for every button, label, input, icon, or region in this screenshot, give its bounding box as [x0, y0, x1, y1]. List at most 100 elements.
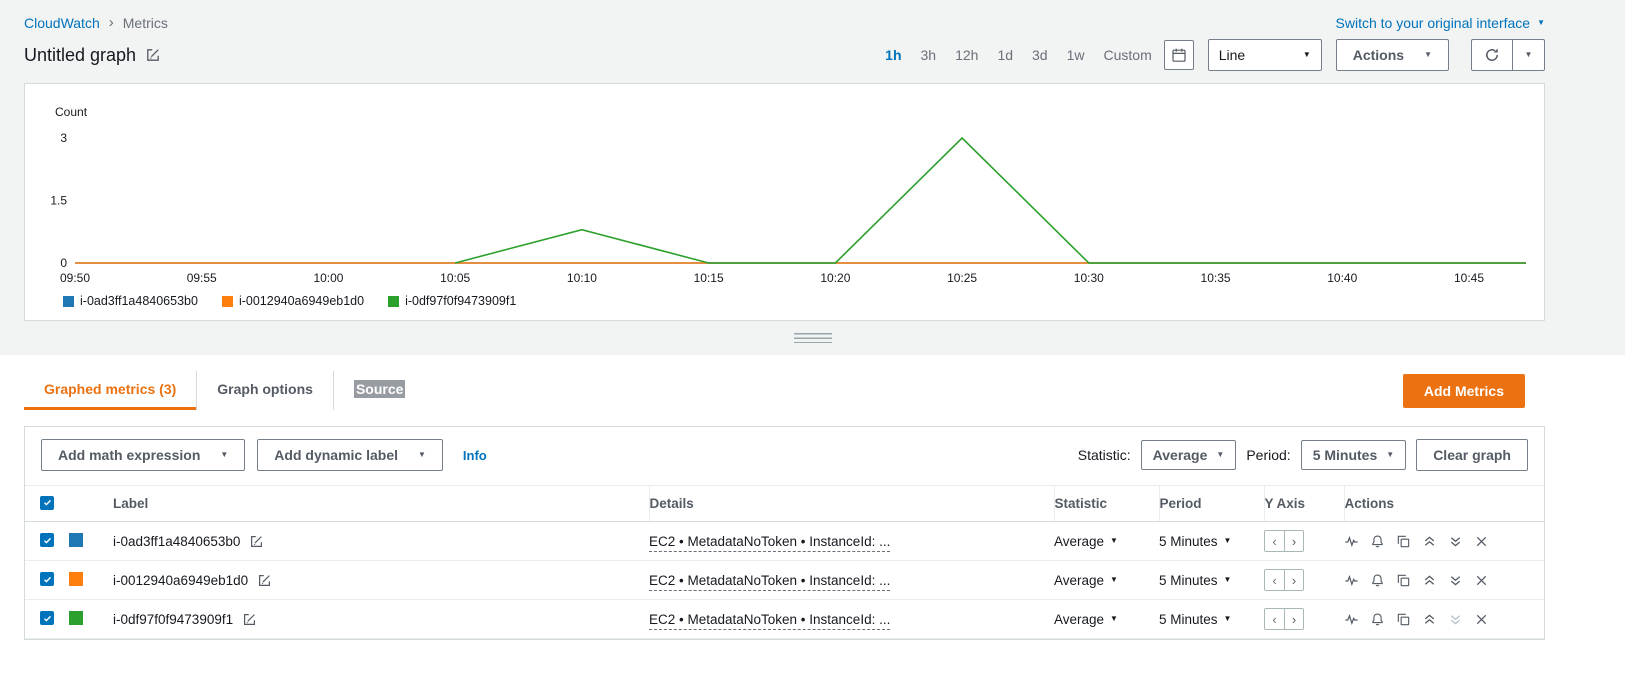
move-up-button[interactable] [1422, 534, 1437, 549]
row-period-select[interactable]: 5 Minutes ▼ [1159, 534, 1231, 549]
edit-label-icon[interactable] [242, 612, 257, 627]
move-down-button[interactable] [1448, 573, 1463, 588]
add-math-expression-button[interactable]: Add math expression ▼ [41, 439, 246, 471]
breadcrumb-link-cloudwatch[interactable]: CloudWatch [24, 15, 100, 31]
graph-metric-button[interactable] [1344, 534, 1359, 549]
yaxis-left-button[interactable]: ‹ [1265, 609, 1284, 629]
graph-controls: 1h 3h 12h 1d 3d 1w Custom Line ▼ Actions ▼ ▼ [885, 39, 1545, 71]
tab-graphed-metrics-3[interactable]: Graphed metrics (3) [24, 371, 197, 410]
legend-item[interactable]: i-0df97f0f9473909f1 [388, 294, 516, 308]
time-range-button-3h[interactable]: 3h [921, 47, 937, 63]
remove-button[interactable] [1474, 573, 1489, 588]
move-up-button[interactable] [1422, 612, 1437, 627]
series-color-swatch[interactable] [69, 532, 83, 547]
row-statistic-select[interactable]: Average ▼ [1054, 573, 1118, 588]
copy-icon [1397, 535, 1410, 547]
move-down-button[interactable] [1448, 534, 1463, 549]
row-period-select[interactable]: 5 Minutes ▼ [1159, 612, 1231, 627]
row-period-select[interactable]: 5 Minutes ▼ [1159, 573, 1231, 588]
clear-graph-button[interactable]: Clear graph [1416, 439, 1528, 471]
row-checkbox[interactable] [40, 533, 54, 548]
duplicate-button[interactable] [1396, 534, 1411, 549]
time-range-button-custom[interactable]: Custom [1104, 47, 1152, 63]
table-row: i-0012940a6949eb1d0 EC2 • MetadataNoToke… [25, 560, 1544, 600]
remove-button[interactable] [1474, 534, 1489, 549]
chart-legend: i-0ad3ff1a4840653b0 i-0012940a6949eb1d0 … [39, 294, 1530, 314]
metric-details[interactable]: EC2 • MetadataNoToken • InstanceId: ... [649, 572, 891, 591]
series-color-swatch[interactable] [69, 571, 83, 586]
chart-type-select[interactable]: Line ▼ [1207, 39, 1322, 71]
svg-text:10:00: 10:00 [313, 271, 343, 285]
row-statistic-select[interactable]: Average ▼ [1054, 612, 1118, 627]
chevron-down-icon: ▼ [1110, 575, 1118, 584]
edit-label-icon[interactable] [249, 534, 264, 549]
select-all-checkbox[interactable] [40, 495, 54, 510]
time-range-button-3d[interactable]: 3d [1032, 47, 1048, 63]
metric-details[interactable]: EC2 • MetadataNoToken • InstanceId: ... [649, 533, 891, 552]
table-row: i-0df97f0f9473909f1 EC2 • MetadataNoToke… [25, 599, 1544, 639]
yaxis-right-button[interactable]: › [1284, 531, 1303, 551]
series-color-swatch[interactable] [69, 610, 83, 625]
time-range-button-1h[interactable]: 1h [885, 47, 901, 63]
refresh-options-button[interactable]: ▼ [1513, 39, 1545, 71]
custom-date-calendar-button[interactable] [1163, 40, 1194, 70]
chevron-right-icon: › [1291, 572, 1297, 588]
yaxis-left-button[interactable]: ‹ [1265, 570, 1284, 590]
chevron-down-icon: ▼ [1110, 536, 1118, 545]
row-statistic-select[interactable]: Average ▼ [1054, 534, 1118, 549]
edit-title-icon[interactable] [145, 47, 161, 63]
statistic-select[interactable]: Average ▼ [1140, 440, 1237, 470]
yaxis-left-button[interactable]: ‹ [1265, 531, 1284, 551]
move-down-button[interactable] [1448, 612, 1463, 627]
move-up-button[interactable] [1422, 573, 1437, 588]
breadcrumb-current-page: Metrics [122, 14, 168, 31]
check-icon [43, 500, 51, 506]
remove-button[interactable] [1474, 612, 1489, 627]
legend-label: i-0df97f0f9473909f1 [405, 294, 517, 308]
yaxis-toggle: ‹ › [1264, 608, 1304, 630]
tab-source[interactable]: Source [332, 371, 425, 410]
chevron-down-icon: ▼ [1424, 50, 1432, 59]
graph-metric-button[interactable] [1344, 573, 1359, 588]
info-link[interactable]: Info [463, 448, 487, 463]
legend-item[interactable]: i-0012940a6949eb1d0 [221, 294, 364, 308]
tab-label: Source [353, 380, 406, 398]
add-metrics-button[interactable]: Add Metrics [1402, 373, 1525, 408]
details-column-header: Details [648, 485, 1054, 522]
create-alarm-button[interactable] [1370, 534, 1385, 549]
yaxis-right-button[interactable]: › [1284, 609, 1303, 629]
tab-graph-options[interactable]: Graph options [196, 371, 333, 410]
yaxis-right-button[interactable]: › [1284, 570, 1303, 590]
row-statistic-value: Average [1054, 533, 1105, 549]
time-range-button-12h[interactable]: 12h [955, 47, 978, 63]
duplicate-button[interactable] [1396, 573, 1411, 588]
chevron-down-icon: ▼ [418, 450, 426, 459]
switch-interface-link[interactable]: Switch to your original interface ▼ [1336, 15, 1545, 31]
svg-text:10:25: 10:25 [947, 271, 977, 285]
metrics-line-chart[interactable]: Count 0 1.5 3 09:50 09:55 10:00 10:05 10:10 10:15… [39, 98, 1530, 294]
metric-details[interactable]: EC2 • MetadataNoToken • InstanceId: ... [649, 611, 891, 630]
copy-icon [1397, 613, 1410, 625]
actions-button[interactable]: Actions ▼ [1335, 39, 1449, 71]
duplicate-button[interactable] [1396, 612, 1411, 627]
create-alarm-button[interactable] [1370, 573, 1385, 588]
time-range-button-1w[interactable]: 1w [1067, 47, 1085, 63]
refresh-button[interactable] [1471, 39, 1513, 71]
add-dynamic-label-button[interactable]: Add dynamic label ▼ [257, 439, 443, 471]
period-select[interactable]: 5 Minutes ▼ [1300, 440, 1407, 470]
graph-metric-button[interactable] [1344, 612, 1359, 627]
panel-resize-handle[interactable] [0, 321, 1625, 355]
time-range-button-1d[interactable]: 1d [997, 47, 1013, 63]
svg-text:10:35: 10:35 [1201, 271, 1231, 285]
close-icon [1476, 575, 1487, 585]
create-alarm-button[interactable] [1370, 612, 1385, 627]
legend-item[interactable]: i-0ad3ff1a4840653b0 [63, 294, 198, 308]
edit-label-icon[interactable] [257, 573, 272, 588]
yaxis-toggle: ‹ › [1264, 569, 1304, 591]
svg-text:Count: Count [55, 105, 88, 119]
row-checkbox[interactable] [40, 611, 54, 626]
metrics-section: Graphed metrics (3) Graph options Source A… [0, 355, 1625, 695]
chevron-double-up-icon [1424, 614, 1435, 624]
svg-text:09:55: 09:55 [187, 271, 217, 285]
row-checkbox[interactable] [40, 572, 54, 587]
